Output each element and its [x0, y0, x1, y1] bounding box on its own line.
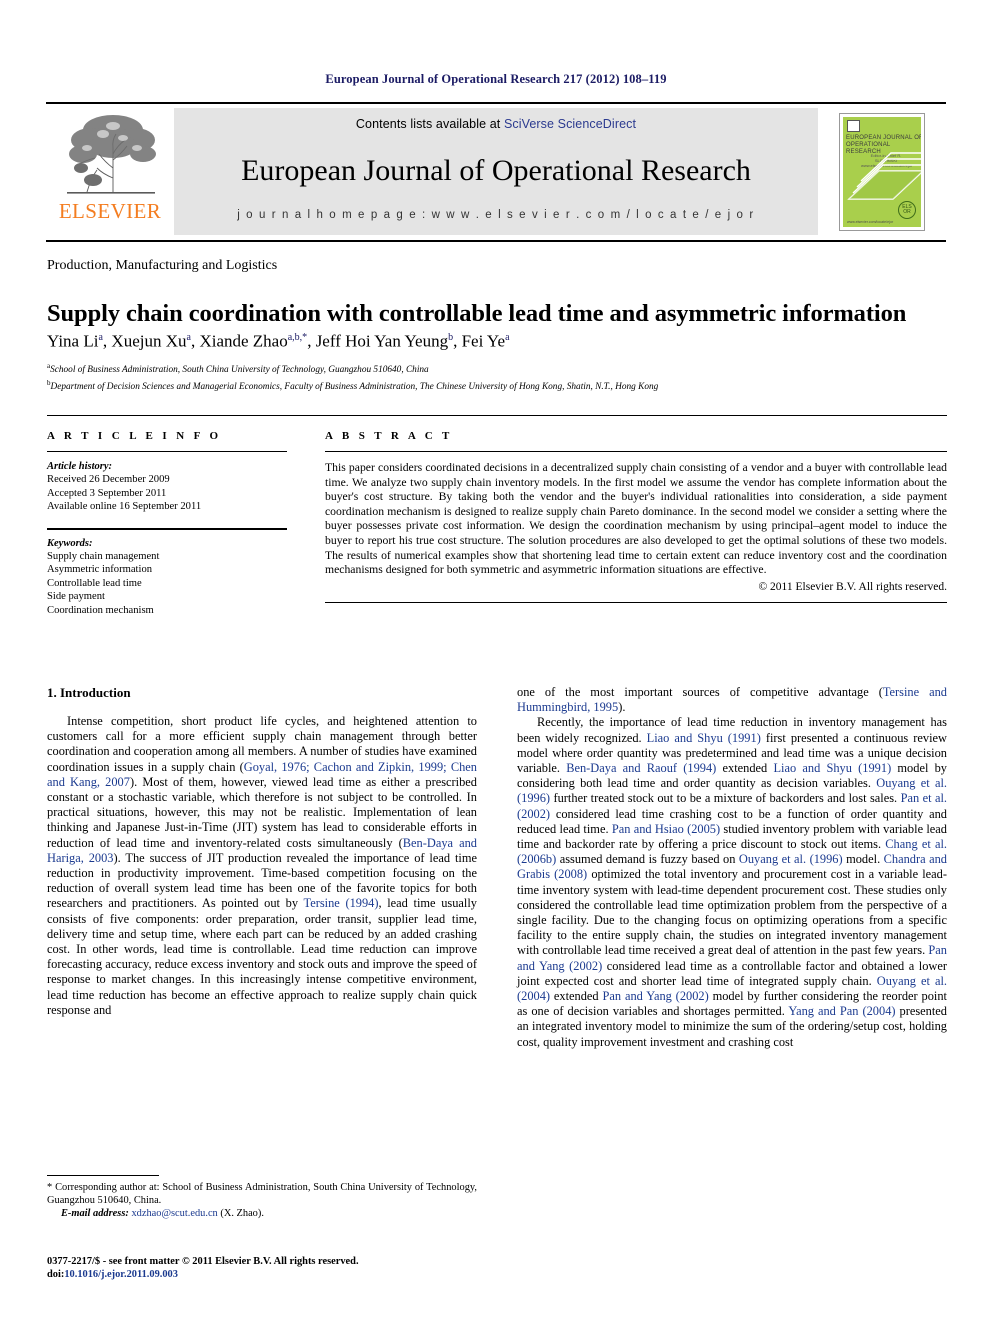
cover-art: EUROPEAN JOURNAL OF OPERATIONAL RESEARCH…	[843, 117, 921, 227]
affiliation-item: aSchool of Business Administration, Sout…	[47, 362, 429, 376]
author-name: Xiande Zhao	[199, 331, 288, 351]
journal-name: European Journal of Operational Research	[241, 154, 751, 187]
citation-link[interactable]: Ouyang et al. (1996)	[517, 776, 947, 805]
affiliation-item: bDepartment of Decision Sciences and Man…	[47, 378, 659, 392]
elsevier-tree-icon	[67, 115, 156, 194]
citation-link[interactable]: Liao and Shyu (1991)	[647, 731, 761, 745]
divider	[325, 451, 947, 452]
info-abstract-block: A R T I C L E I N F O Article history: R…	[47, 415, 947, 617]
citation-link[interactable]: Ouyang et al. (1996)	[739, 852, 843, 866]
left-column: 1. Introduction Intense competition, sho…	[47, 685, 478, 1280]
author-name: Xuejun Xu	[111, 331, 187, 351]
doi-link[interactable]: 10.1016/j.ejor.2011.09.003	[64, 1269, 178, 1280]
journal-homepage[interactable]: j o u r n a l h o m e p a g e : w w w . …	[237, 209, 755, 221]
citation-link[interactable]: Tersine and Hummingbird, 1995	[517, 685, 947, 714]
article-history-list: Received 26 December 2009 Accepted 3 Sept…	[47, 473, 287, 514]
cover-elsevier-mark: ELS OR	[898, 201, 916, 219]
contents-available-line: Contents lists available at SciVerse Sci…	[356, 117, 636, 131]
doi-label: doi:	[47, 1269, 65, 1280]
footnote-rule	[47, 1175, 159, 1176]
divider	[47, 451, 287, 452]
corresponding-author-note: * Corresponding author at: School of Bus…	[47, 1181, 477, 1207]
keywords-list: Supply chain management Asymmetric inform…	[47, 550, 287, 618]
keyword-item: Coordination mechanism	[47, 604, 154, 616]
author-affiliation-mark: a	[186, 332, 191, 343]
abstract-copyright: © 2011 Elsevier B.V. All rights reserved…	[758, 580, 947, 593]
publisher-logo: ELSEVIER	[46, 104, 174, 240]
citation-link[interactable]: Ben-Daya and Raouf (1994)	[566, 761, 716, 775]
email-note: E-mail address: xdzhao@scut.edu.cn (X. Z…	[61, 1208, 264, 1219]
corresponding-author-mark: *	[47, 1182, 56, 1193]
corresponding-author-text: Corresponding author at: School of Busin…	[47, 1182, 478, 1206]
article-info-heading: A R T I C L E I N F O	[47, 430, 222, 442]
divider	[47, 527, 287, 530]
sciencedirect-link[interactable]: SciVerse ScienceDirect	[504, 117, 636, 131]
citation-link[interactable]: Pan and Hsiao (2005)	[612, 822, 720, 836]
abstract-heading: A B S T R A C T	[325, 430, 453, 442]
page-title: Supply chain coordination with controlla…	[47, 300, 907, 328]
intro-paragraph-right-1: one of the most important sources of com…	[517, 685, 947, 715]
journal-masthead: ELSEVIER Contents lists available at Sci…	[46, 102, 946, 242]
author-affiliation-mark: b	[448, 332, 454, 343]
abstract-text: This paper considers coordinated decisio…	[325, 461, 947, 577]
affiliation-list: aSchool of Business Administration, Sout…	[47, 360, 947, 393]
footnote-block: * Corresponding author at: School of Bus…	[47, 1175, 477, 1220]
journal-cover-thumbnail: EUROPEAN JOURNAL OF OPERATIONAL RESEARCH…	[818, 104, 946, 240]
cover-footer-url: www.elsevier.com/locate/ejor	[847, 220, 894, 224]
citation-link[interactable]: Yang and Pan (2004)	[788, 1004, 895, 1018]
author-affiliation-mark: a,b,*	[287, 332, 308, 343]
author-name: Yina Li	[47, 331, 99, 351]
author-name: Jeff Hoi Yan Yeung	[315, 331, 449, 351]
intro-paragraph-right-2: Recently, the importance of lead time re…	[517, 715, 948, 1049]
citation-link[interactable]: Ben-Daya and Hariga, 2003	[47, 836, 477, 865]
abstract-column: A B S T R A C T This paper considers coo…	[309, 430, 947, 617]
author-name: Fei Ye	[461, 331, 506, 351]
author-affiliation-mark: a	[505, 332, 510, 343]
article-history-item: Received 26 December 2009	[47, 474, 170, 485]
imprint-block: 0377-2217/$ - see front matter © 2011 El…	[47, 1255, 477, 1281]
contents-prefix: Contents lists available at	[355, 117, 504, 131]
issn-line: 0377-2217/$ - see front matter © 2011 El…	[47, 1256, 359, 1267]
intro-paragraph-left: Intense competition, short product life …	[47, 714, 478, 1017]
masthead-banner: Contents lists available at SciVerse Sci…	[174, 108, 818, 235]
citation-link[interactable]: Goyal, 1976; Cachon and Zipkin, 1999; Ch…	[47, 760, 477, 789]
author-list: Yina Lia, Xuejun Xua, Xiande Zhaoa,b,*, …	[47, 331, 510, 351]
article-history-item: Accepted 3 September 2011	[47, 487, 167, 499]
doi-line: doi:10.1016/j.ejor.2011.09.003	[47, 1268, 477, 1281]
keyword-item: Asymmetric information	[47, 564, 153, 575]
citation-link[interactable]: Pan and Yang (2002)	[603, 989, 709, 1003]
cover-logo-box	[847, 120, 860, 132]
email-address-label: E-mail address:	[61, 1208, 132, 1219]
citation-link[interactable]: Tersine (1994)	[304, 896, 379, 910]
article-history-label: Article history:	[47, 461, 113, 472]
citation-link[interactable]: Pan et al. (2002)	[517, 791, 947, 820]
article-history-item: Available online 16 September 2011	[47, 501, 202, 512]
running-head: European Journal of Operational Research…	[325, 72, 667, 86]
keyword-item: Controllable lead time	[47, 577, 142, 589]
elsevier-wordmark: ELSEVIER	[58, 199, 162, 223]
subject-section-label: Production, Manufacturing and Logistics	[47, 258, 278, 273]
keyword-item: Side payment	[47, 591, 105, 602]
introduction-heading: 1. Introduction	[47, 685, 131, 700]
keywords-label: Keywords:	[47, 537, 93, 549]
cover-frame: EUROPEAN JOURNAL OF OPERATIONAL RESEARCH…	[839, 113, 925, 231]
citation-link[interactable]: Chang et al. (2006b)	[517, 837, 947, 866]
body-columns: 1. Introduction Intense competition, sho…	[47, 685, 947, 1280]
citation-link[interactable]: Chandra and Grabis (2008)	[517, 852, 947, 881]
citation-link[interactable]: Liao and Shyu (1991)	[773, 761, 891, 775]
divider	[325, 601, 947, 603]
email-link[interactable]: xdzhao@scut.edu.cn	[131, 1208, 217, 1219]
paper-page: European Journal of Operational Research…	[0, 0, 992, 1323]
author-affiliation-mark: a	[98, 332, 103, 343]
citation-link[interactable]: Pan and Yang (2002)	[517, 943, 947, 972]
citation-link[interactable]: Ouyang et al. (2004)	[517, 974, 947, 1003]
right-column: one of the most important sources of com…	[517, 685, 947, 1050]
keyword-item: Supply chain management	[47, 550, 160, 562]
article-info-column: A R T I C L E I N F O Article history: R…	[47, 430, 309, 617]
